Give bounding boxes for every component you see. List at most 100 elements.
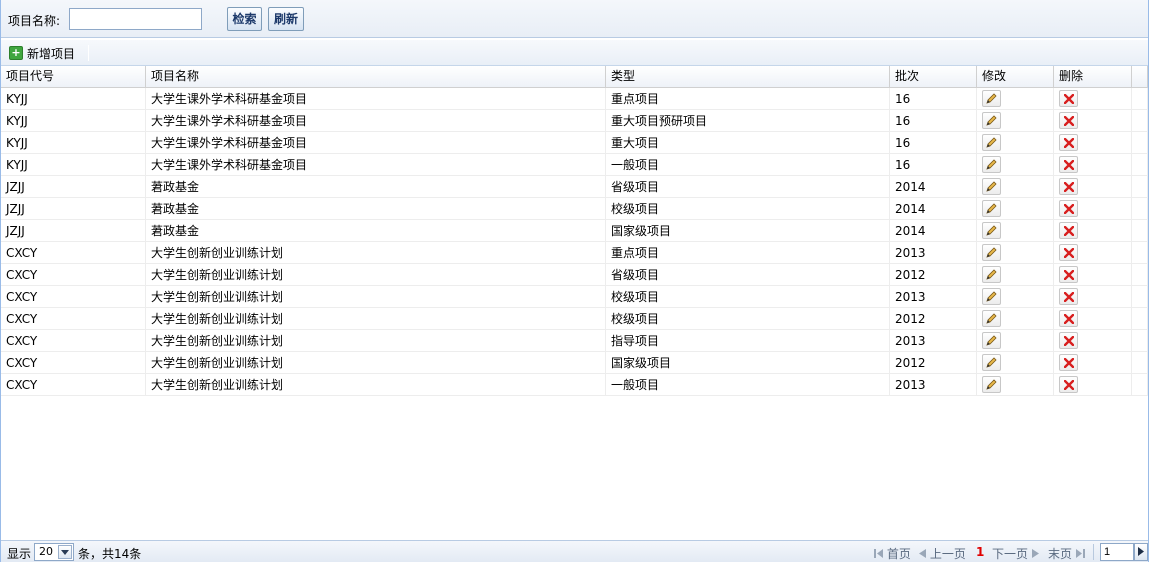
spacer-cell bbox=[1132, 286, 1148, 308]
delete-button[interactable] bbox=[1059, 376, 1078, 393]
table-row[interactable]: CXCY 大学生创新创业训练计划 一般项目 2013 bbox=[1, 374, 1148, 396]
delete-x-icon bbox=[1063, 159, 1074, 170]
table-row[interactable]: JZJJ 莙政基金 省级项目 2014 bbox=[1, 176, 1148, 198]
table-row[interactable]: KYJJ 大学生课外学术科研基金项目 一般项目 16 bbox=[1, 154, 1148, 176]
delete-button[interactable] bbox=[1059, 288, 1078, 305]
delete-button[interactable] bbox=[1059, 200, 1078, 217]
project-name-cell: 大学生课外学术科研基金项目 bbox=[146, 110, 606, 132]
table-row[interactable]: JZJJ 莙政基金 国家级项目 2014 bbox=[1, 220, 1148, 242]
edit-button[interactable] bbox=[982, 134, 1001, 151]
project-code-cell: KYJJ bbox=[1, 154, 146, 176]
prev-page-link[interactable]: 上一页 bbox=[919, 545, 966, 562]
project-code-cell: JZJJ bbox=[1, 176, 146, 198]
edit-button[interactable] bbox=[982, 222, 1001, 239]
add-project-button[interactable]: + 新增项目 bbox=[9, 44, 75, 62]
delete-button[interactable] bbox=[1059, 354, 1078, 371]
delete-x-icon bbox=[1063, 313, 1074, 324]
delete-button[interactable] bbox=[1059, 112, 1078, 129]
go-page-button[interactable] bbox=[1134, 543, 1148, 561]
delete-button[interactable] bbox=[1059, 222, 1078, 239]
column-header-edit: 修改 bbox=[977, 66, 1054, 88]
page-size-value: 20 bbox=[39, 545, 53, 558]
spacer-cell bbox=[1132, 352, 1148, 374]
delete-button[interactable] bbox=[1059, 244, 1078, 261]
refresh-button[interactable]: 刷新 bbox=[268, 7, 304, 31]
delete-cell bbox=[1054, 154, 1132, 176]
delete-button[interactable] bbox=[1059, 90, 1078, 107]
edit-button[interactable] bbox=[982, 112, 1001, 129]
delete-cell bbox=[1054, 198, 1132, 220]
project-name-cell: 莙政基金 bbox=[146, 176, 606, 198]
edit-cell bbox=[977, 88, 1054, 110]
last-page-link[interactable]: 末页 bbox=[1048, 545, 1085, 562]
edit-button[interactable] bbox=[982, 200, 1001, 217]
delete-x-icon bbox=[1063, 181, 1074, 192]
table-row[interactable]: CXCY 大学生创新创业训练计划 校级项目 2013 bbox=[1, 286, 1148, 308]
spacer-cell bbox=[1132, 308, 1148, 330]
column-header-name[interactable]: 项目名称 bbox=[146, 66, 606, 88]
edit-button[interactable] bbox=[982, 332, 1001, 349]
edit-button[interactable] bbox=[982, 244, 1001, 261]
table-row[interactable]: CXCY 大学生创新创业训练计划 国家级项目 2012 bbox=[1, 352, 1148, 374]
delete-button[interactable] bbox=[1059, 266, 1078, 283]
project-type-cell: 一般项目 bbox=[606, 154, 890, 176]
prev-page-icon bbox=[919, 547, 930, 561]
project-code-cell: CXCY bbox=[1, 330, 146, 352]
column-header-batch[interactable]: 批次 bbox=[890, 66, 977, 88]
delete-button[interactable] bbox=[1059, 310, 1078, 327]
edit-button[interactable] bbox=[982, 310, 1001, 327]
project-type-cell: 重大项目预研项目 bbox=[606, 110, 890, 132]
delete-button[interactable] bbox=[1059, 178, 1078, 195]
delete-button[interactable] bbox=[1059, 332, 1078, 349]
project-name-cell: 大学生创新创业训练计划 bbox=[146, 330, 606, 352]
table-row[interactable]: CXCY 大学生创新创业训练计划 校级项目 2012 bbox=[1, 308, 1148, 330]
project-type-cell: 重大项目 bbox=[606, 132, 890, 154]
table-row[interactable]: CXCY 大学生创新创业训练计划 重点项目 2013 bbox=[1, 242, 1148, 264]
delete-x-icon bbox=[1063, 115, 1074, 126]
first-page-link[interactable]: 首页 bbox=[874, 545, 911, 562]
next-page-link[interactable]: 下一页 bbox=[992, 545, 1039, 562]
current-page-number: 1 bbox=[976, 545, 985, 559]
edit-cell bbox=[977, 264, 1054, 286]
next-page-icon bbox=[1031, 547, 1039, 561]
edit-button[interactable] bbox=[982, 288, 1001, 305]
edit-button[interactable] bbox=[982, 266, 1001, 283]
column-header-type[interactable]: 类型 bbox=[606, 66, 890, 88]
delete-cell bbox=[1054, 330, 1132, 352]
table-row[interactable]: KYJJ 大学生课外学术科研基金项目 重大项目预研项目 16 bbox=[1, 110, 1148, 132]
delete-button[interactable] bbox=[1059, 156, 1078, 173]
table-row[interactable]: KYJJ 大学生课外学术科研基金项目 重点项目 16 bbox=[1, 88, 1148, 110]
table-row[interactable]: JZJJ 莙政基金 校级项目 2014 bbox=[1, 198, 1148, 220]
table-row[interactable]: CXCY 大学生创新创业训练计划 省级项目 2012 bbox=[1, 264, 1148, 286]
page-number-input[interactable] bbox=[1100, 543, 1134, 561]
page-size-select[interactable]: 20 bbox=[34, 543, 74, 561]
project-name-search-input[interactable] bbox=[69, 8, 202, 30]
project-name-cell: 大学生创新创业训练计划 bbox=[146, 264, 606, 286]
toolbar-separator bbox=[88, 45, 89, 61]
project-code-cell: JZJJ bbox=[1, 198, 146, 220]
search-button[interactable]: 检索 bbox=[227, 7, 262, 31]
edit-button[interactable] bbox=[982, 354, 1001, 371]
edit-button[interactable] bbox=[982, 90, 1001, 107]
add-project-label: 新增项目 bbox=[27, 46, 76, 61]
project-batch-cell: 2014 bbox=[890, 198, 977, 220]
delete-x-icon bbox=[1063, 335, 1074, 346]
pencil-icon bbox=[986, 357, 997, 368]
delete-button[interactable] bbox=[1059, 134, 1078, 151]
project-name-cell: 大学生课外学术科研基金项目 bbox=[146, 88, 606, 110]
edit-button[interactable] bbox=[982, 178, 1001, 195]
delete-x-icon bbox=[1063, 225, 1074, 236]
table-row[interactable]: CXCY 大学生创新创业训练计划 指导项目 2013 bbox=[1, 330, 1148, 352]
edit-cell bbox=[977, 374, 1054, 396]
project-code-cell: KYJJ bbox=[1, 110, 146, 132]
column-header-code[interactable]: 项目代号 bbox=[1, 66, 146, 88]
edit-button[interactable] bbox=[982, 156, 1001, 173]
chevron-down-icon[interactable] bbox=[58, 545, 72, 559]
delete-cell bbox=[1054, 264, 1132, 286]
project-type-cell: 校级项目 bbox=[606, 286, 890, 308]
delete-cell bbox=[1054, 132, 1132, 154]
edit-button[interactable] bbox=[982, 376, 1001, 393]
search-bar: 项目名称: 检索 刷新 bbox=[1, 0, 1148, 38]
table-row[interactable]: KYJJ 大学生课外学术科研基金项目 重大项目 16 bbox=[1, 132, 1148, 154]
last-page-icon bbox=[1075, 547, 1085, 561]
